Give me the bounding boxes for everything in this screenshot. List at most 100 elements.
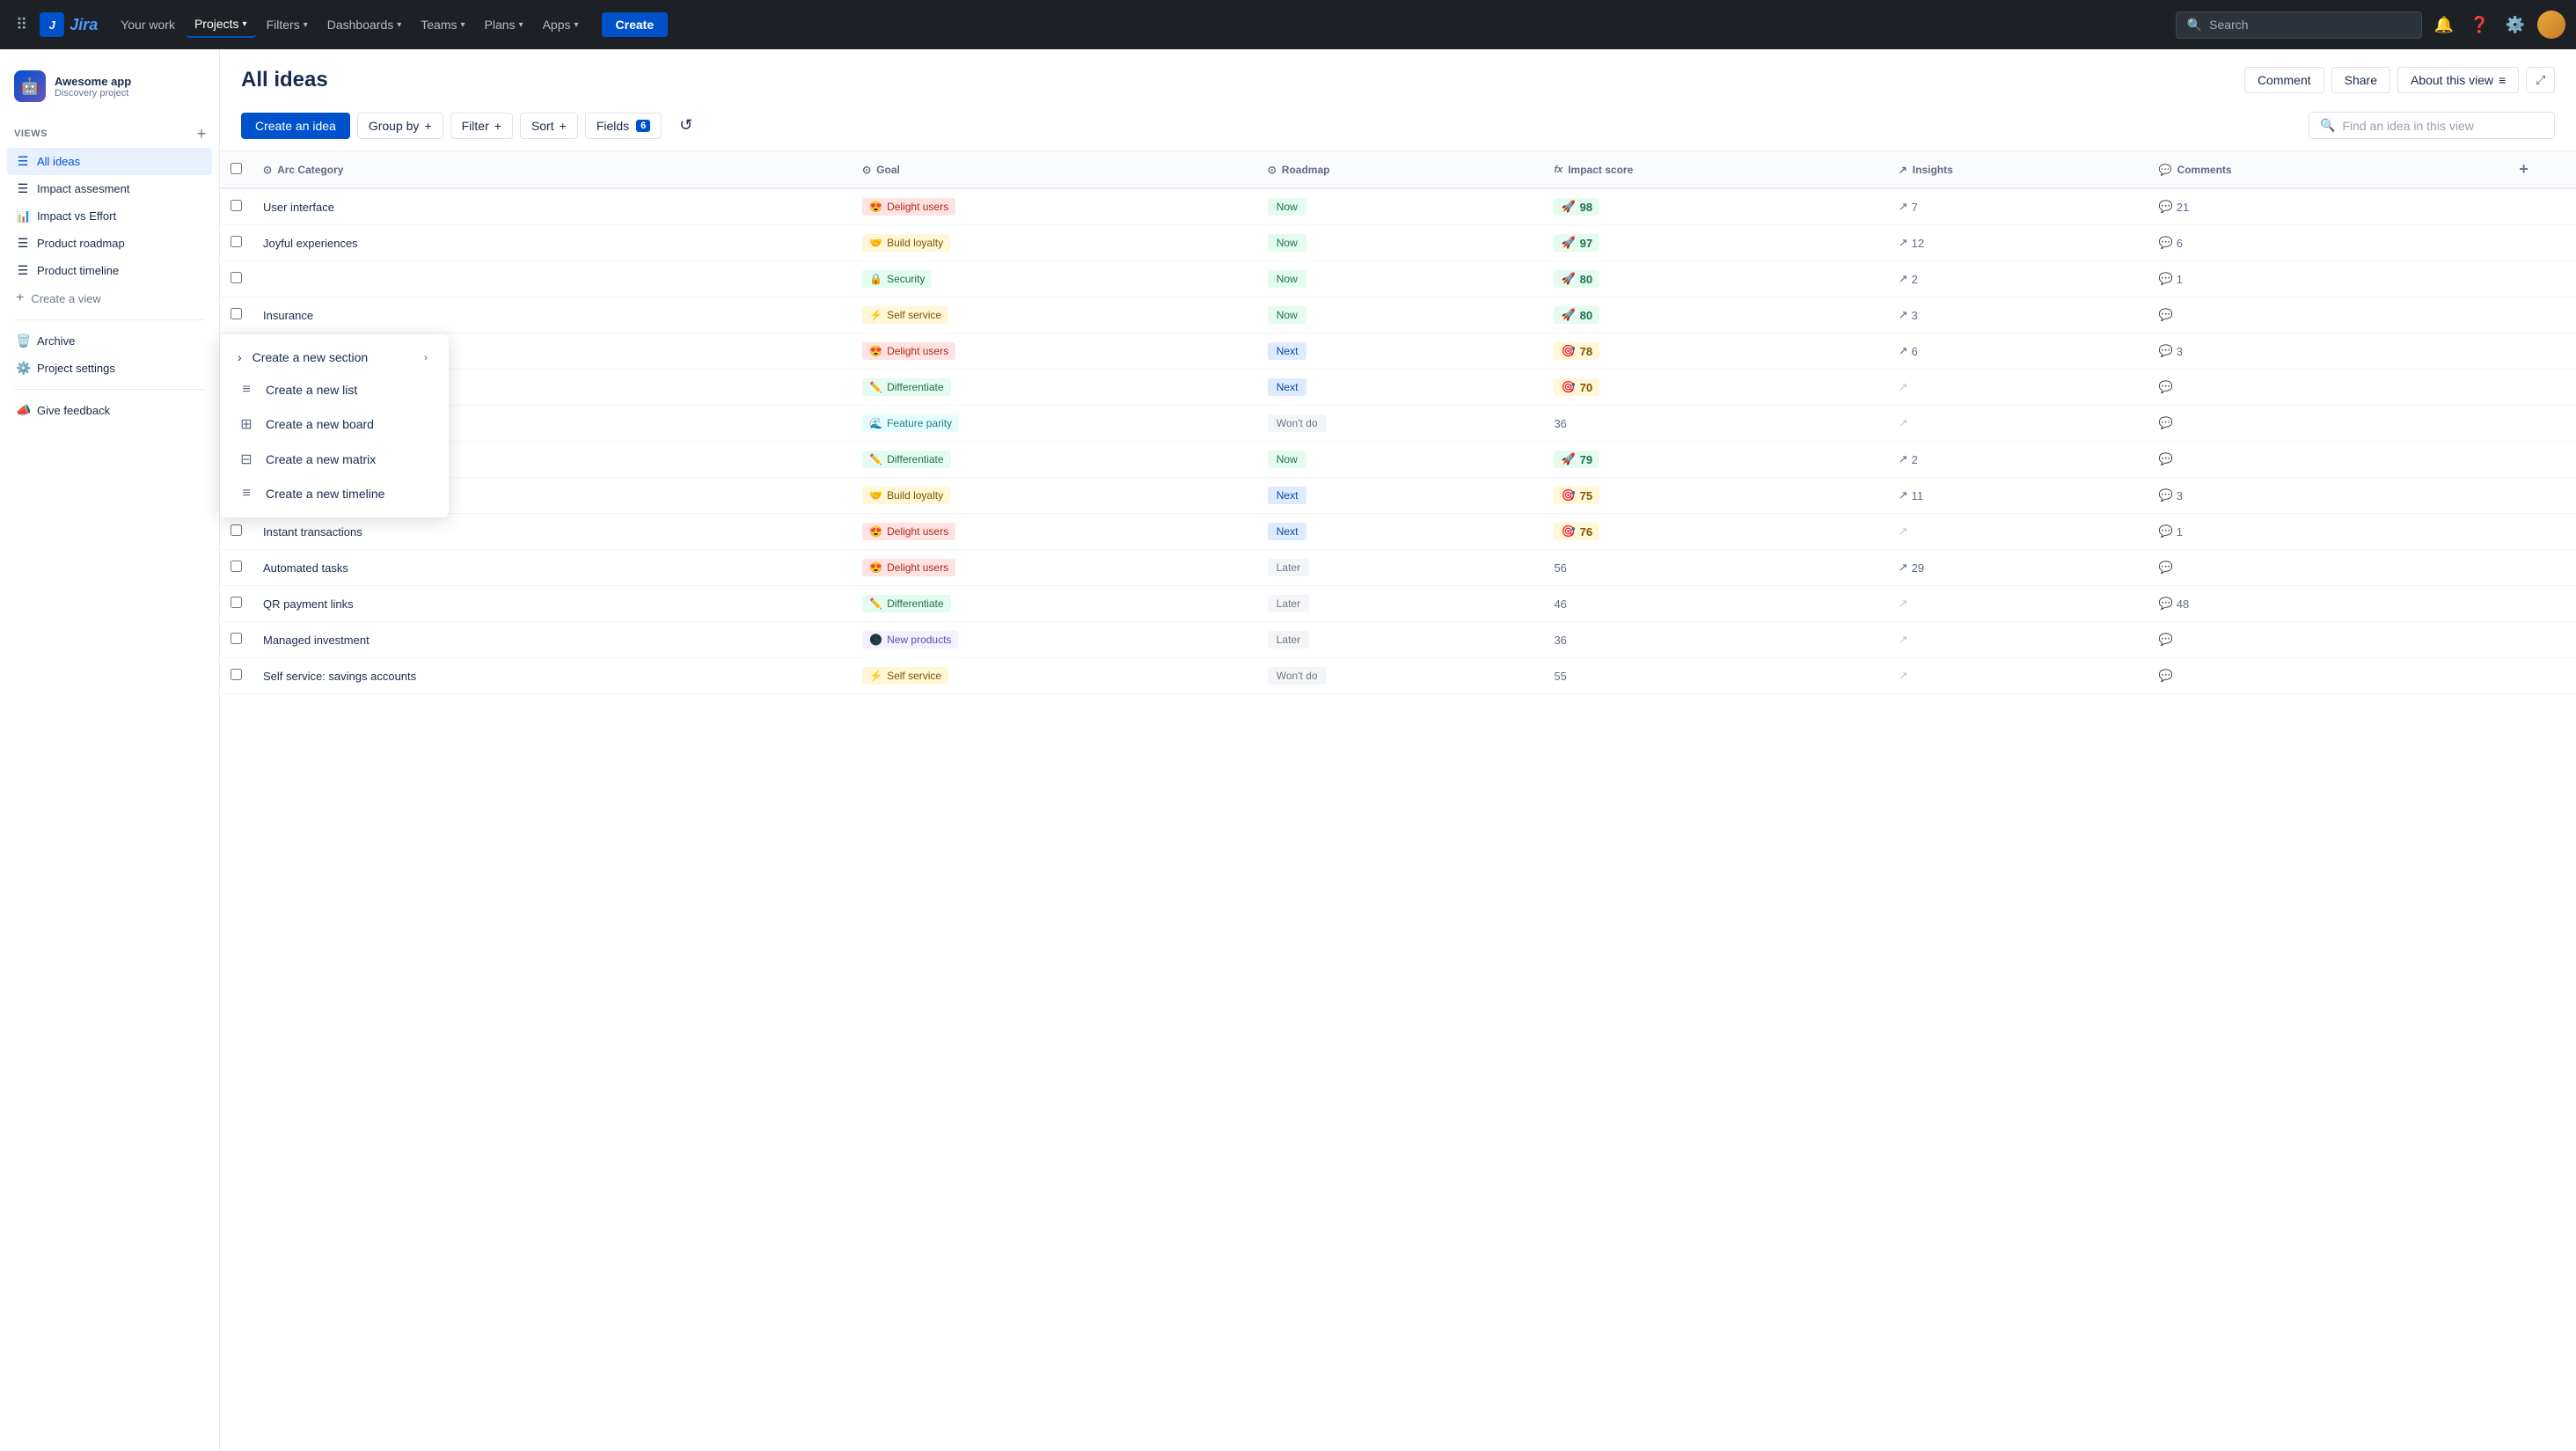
impact-score-badge: 🎯 78 — [1554, 342, 1599, 360]
roadmap-badge: Next — [1268, 378, 1307, 396]
nav-teams[interactable]: Teams ▾ — [412, 12, 473, 37]
row-checkbox[interactable] — [231, 633, 242, 644]
create-view-dropdown: › Create a new section › ≡ Create a new … — [220, 334, 449, 517]
sidebar-item-feedback[interactable]: 📣 Give feedback — [7, 397, 212, 424]
row-comments: 💬 1 — [2148, 514, 2472, 550]
table-row: CS chatbot AI ✏️ Differentiate Next 🎯 70… — [220, 370, 2576, 406]
comment-button[interactable]: Comment — [2244, 67, 2324, 93]
col-add[interactable]: + — [2471, 151, 2576, 188]
logo[interactable]: J Jira — [40, 12, 98, 37]
comment-icon-empty: 💬 — [2159, 669, 2173, 683]
grid-icon[interactable]: ⠿ — [11, 11, 33, 40]
create-view-button[interactable]: + Create a view — [7, 284, 212, 312]
top-navigation: ⠿ J Jira Your work Projects ▾ Filters ▾ … — [0, 0, 2576, 49]
row-checkbox[interactable] — [231, 561, 242, 572]
dropdown-new-timeline[interactable]: ≡ Create a new timeline — [220, 477, 449, 510]
sidebar-item-product-roadmap[interactable]: ☰ Product roadmap — [7, 230, 212, 257]
sidebar-feedback: 📣 Give feedback — [0, 397, 219, 424]
insights-value: ↗ 2 — [1899, 272, 2138, 286]
row-checkbox[interactable] — [231, 200, 242, 211]
row-roadmap: Now — [1257, 188, 1544, 225]
views-header: VIEWS + — [0, 116, 219, 148]
filter-button[interactable]: Filter + — [450, 113, 513, 139]
sidebar-item-impact-assesment[interactable]: ☰ Impact assesment — [7, 175, 212, 202]
trend-icon: ↗ — [1899, 597, 1908, 611]
nav-plans[interactable]: Plans ▾ — [476, 12, 532, 37]
table-row: Automated tasks 😍 Delight users Later 56… — [220, 550, 2576, 586]
goal-emoji: 🌑 — [869, 634, 882, 646]
sidebar-divider-2 — [14, 389, 205, 390]
add-view-icon[interactable]: + — [191, 123, 212, 144]
sidebar-item-all-ideas[interactable]: ☰ All ideas — [7, 148, 212, 175]
row-comments: 💬 — [2148, 658, 2472, 694]
sidebar-item-product-timeline[interactable]: ☰ Product timeline — [7, 257, 212, 284]
search-input[interactable] — [2209, 18, 2411, 32]
row-checkbox[interactable] — [231, 272, 242, 283]
row-goal: 😍 Delight users — [852, 550, 1257, 586]
nav-dashboards[interactable]: Dashboards ▾ — [318, 12, 411, 37]
find-input[interactable] — [2342, 119, 2543, 133]
row-impact: 🚀 80 — [1543, 297, 1887, 333]
row-comments: 💬 21 — [2148, 188, 2472, 225]
row-checkbox[interactable] — [231, 524, 242, 536]
goal-badge: ⚡ Self service — [862, 667, 948, 685]
row-comments: 💬 6 — [2148, 225, 2472, 261]
settings-icon-sidebar: ⚙️ — [16, 361, 30, 376]
fields-label: Fields — [596, 119, 629, 133]
find-input-wrapper[interactable]: 🔍 — [2309, 112, 2555, 139]
create-idea-button[interactable]: Create an idea — [241, 113, 350, 139]
nav-projects[interactable]: Projects ▾ — [186, 11, 256, 38]
nav-apps[interactable]: Apps ▾ — [534, 12, 588, 37]
row-checkbox[interactable] — [231, 669, 242, 680]
row-checkbox[interactable] — [231, 597, 242, 608]
sidebar-bottom: 🗑️ Archive ⚙️ Project settings — [0, 327, 219, 382]
roadmap-badge: Now — [1268, 451, 1306, 468]
settings-icon[interactable]: ⚙️ — [2502, 12, 2528, 38]
sidebar-item-impact-vs-effort[interactable]: 📊 Impact vs Effort — [7, 202, 212, 230]
nav-your-work[interactable]: Your work — [112, 12, 184, 37]
dropdown-new-matrix[interactable]: ⊟ Create a new matrix — [220, 442, 449, 477]
sort-button[interactable]: Sort + — [520, 113, 578, 139]
row-name: Self service: savings accounts — [252, 658, 852, 694]
group-by-button[interactable]: Group by + — [357, 113, 443, 139]
insights-value: ↗ — [1899, 633, 2138, 647]
row-checkbox[interactable] — [231, 236, 242, 247]
refresh-button[interactable]: ↺ — [669, 111, 703, 140]
row-actions — [2471, 586, 2576, 622]
views-list: ☰ All ideas ☰ Impact assesment 📊 Impact … — [0, 148, 219, 284]
idea-name-text: Self service: savings accounts — [263, 670, 416, 683]
goal-label: Differentiate — [887, 597, 943, 610]
dropdown-new-board[interactable]: ⊞ Create a new board — [220, 407, 449, 442]
row-impact: 🚀 80 — [1543, 261, 1887, 297]
fullscreen-button[interactable]: ⤢ — [2526, 67, 2555, 93]
row-roadmap: Now — [1257, 225, 1544, 261]
row-insights: ↗ — [1888, 586, 2148, 622]
dropdown-new-section[interactable]: › Create a new section › — [220, 341, 449, 373]
ideas-table: ⊙Arc Category ⊙Goal ⊙Roadmap fxImpact sc… — [220, 151, 2576, 694]
dropdown-new-list[interactable]: ≡ Create a new list — [220, 373, 449, 407]
timeline-icon: ☰ — [16, 263, 30, 278]
row-name: Automated tasks — [252, 550, 852, 586]
row-checkbox-cell — [220, 188, 252, 225]
help-icon[interactable]: ❓ — [2466, 12, 2492, 38]
col-roadmap: ⊙Roadmap — [1257, 151, 1544, 188]
notifications-icon[interactable]: 🔔 — [2431, 12, 2457, 38]
row-comments: 💬 1 — [2148, 261, 2472, 297]
search-bar[interactable]: 🔍 — [2176, 11, 2422, 39]
sidebar-item-project-settings[interactable]: ⚙️ Project settings — [7, 355, 212, 382]
create-button[interactable]: Create — [602, 12, 669, 37]
search-icon-find: 🔍 — [2320, 118, 2335, 133]
nav-filters[interactable]: Filters ▾ — [258, 12, 317, 37]
page-title: All ideas — [241, 68, 328, 92]
share-button[interactable]: Share — [2331, 67, 2390, 93]
sidebar-item-archive[interactable]: 🗑️ Archive — [7, 327, 212, 355]
row-name: User interface — [252, 188, 852, 225]
about-view-button[interactable]: About this view ≡ — [2397, 67, 2519, 93]
avatar[interactable] — [2537, 11, 2565, 39]
row-checkbox[interactable] — [231, 308, 242, 319]
fields-button[interactable]: Fields 6 — [585, 113, 662, 139]
select-all-checkbox[interactable] — [231, 163, 242, 174]
row-goal: 🌑 New products — [852, 622, 1257, 658]
roadmap-badge: Won't do — [1268, 414, 1327, 432]
comments-value: 💬 — [2159, 561, 2462, 575]
